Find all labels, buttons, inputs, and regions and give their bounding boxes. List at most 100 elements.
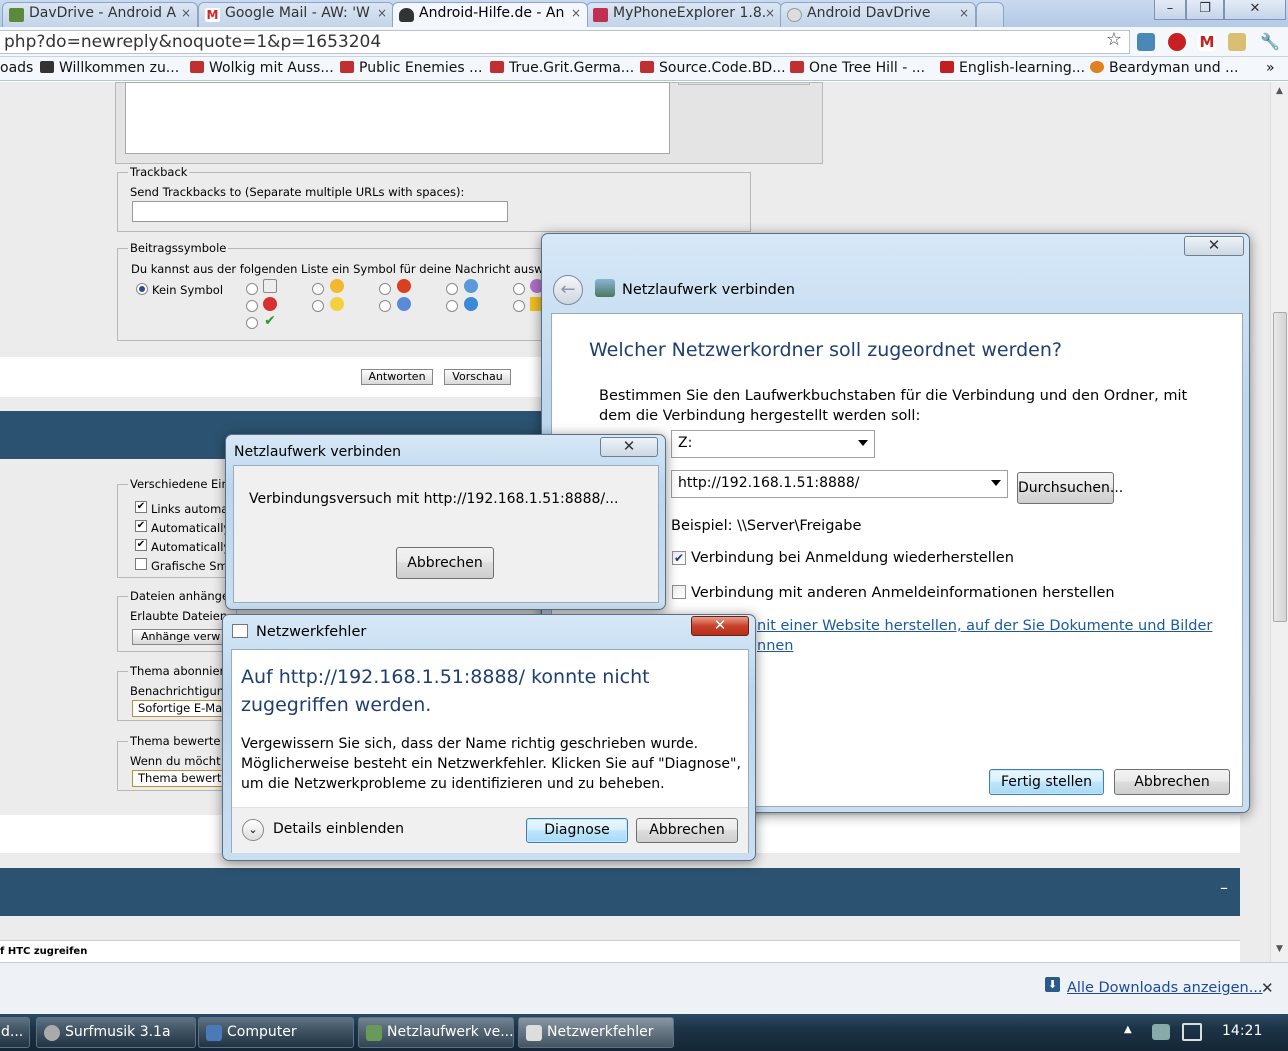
post-icon-radio[interactable] — [312, 283, 324, 295]
page-scrollbar[interactable]: ▲ ▼ — [1270, 82, 1288, 962]
details-toggle-label[interactable]: Details einblenden — [273, 821, 404, 837]
post-icon-radio[interactable] — [312, 300, 324, 312]
star-icon[interactable]: ☆ — [1105, 31, 1123, 49]
tab-close-icon[interactable]: × — [571, 6, 581, 20]
tab-davdrive[interactable]: DavDrive - Android A × — [2, 2, 198, 27]
post-icon-radio[interactable] — [446, 300, 458, 312]
browse-button[interactable]: Durchsuchen... — [1017, 472, 1123, 504]
drive-letter-select[interactable]: Z: — [671, 430, 875, 458]
reply-button[interactable]: Antworten — [361, 369, 433, 385]
post-icon-radio[interactable] — [446, 283, 458, 295]
network-error-close-button[interactable]: ✕ — [691, 616, 749, 636]
tray-monitor-icon[interactable] — [1182, 1023, 1202, 1041]
address-bar[interactable]: php?do=newreply&noquote=1&p=1653204 — [0, 30, 1130, 54]
editor-side-box — [678, 82, 810, 85]
subscribe-legend: Thema abonnier — [128, 664, 227, 678]
maximize-button[interactable]: ❐ — [1186, 0, 1224, 20]
bookmark-item[interactable]: Willkommen zu... — [40, 60, 179, 76]
bookmark-item[interactable]: True.Grit.Germa... — [490, 60, 634, 76]
tab-myphoneexplorer[interactable]: MyPhoneExplorer 1.8. × — [586, 2, 782, 27]
chevron-down-icon — [991, 480, 1001, 486]
message-textarea[interactable] — [125, 82, 670, 154]
taskbar-item[interactable]: d... — [0, 1017, 30, 1048]
adblock-icon[interactable] — [1168, 33, 1186, 51]
window-icon — [232, 624, 248, 638]
trackback-fieldset: Trackback Send Trackbacks to (Separate m… — [117, 165, 751, 232]
tab-google-mail[interactable]: M Google Mail - AW: 'W × — [198, 2, 394, 27]
scrollbar-thumb[interactable] — [1273, 312, 1287, 622]
tab-strip: DavDrive - Android A × M Google Mail - A… — [0, 0, 1288, 27]
post-icon-radio[interactable] — [246, 283, 258, 295]
expand-chevron-icon[interactable]: ⌄ — [242, 819, 264, 841]
attachments-fieldset: Dateien anhänge Erlaubte Dateien Anhänge… — [117, 589, 242, 652]
misc-option-checkbox[interactable]: ✔ — [135, 520, 147, 532]
scroll-up-icon[interactable]: ▲ — [1276, 86, 1283, 96]
post-icon-radio[interactable] — [379, 300, 391, 312]
post-icon-radio[interactable] — [513, 300, 525, 312]
bookmark-item[interactable]: Beardyman und ... — [1090, 60, 1238, 76]
bookmark-item[interactable]: Source.Code.BD... — [640, 60, 786, 76]
post-icon-radio[interactable] — [513, 283, 525, 295]
tray-network-icon[interactable] — [1152, 1024, 1170, 1040]
minimize-button[interactable]: – — [1154, 0, 1186, 20]
website-connect-link-cont[interactable]: nnen — [757, 638, 794, 654]
clock[interactable]: 14:21 — [1222, 1023, 1262, 1039]
tab-close-icon[interactable]: × — [765, 6, 775, 20]
document-icon — [263, 279, 277, 293]
trackback-label: Send Trackbacks to (Separate multiple UR… — [130, 185, 465, 199]
other-credentials-checkbox[interactable] — [672, 585, 686, 599]
tray-expand-icon[interactable]: ▲ — [1124, 1024, 1132, 1035]
post-icon-radio[interactable] — [246, 317, 258, 329]
connecting-dialog: Netzlaufwerk verbinden ✕ Verbindungsvers… — [225, 434, 666, 610]
tab-close-icon[interactable]: × — [959, 6, 969, 20]
back-arrow-icon[interactable]: ← — [553, 275, 583, 305]
bookmark-item[interactable]: Wolkig mit Auss... — [190, 60, 334, 76]
close-downloads-icon[interactable]: ✕ — [1261, 979, 1274, 997]
website-connect-link[interactable]: nit einer Website herstellen, auf der Si… — [757, 618, 1212, 634]
show-all-downloads-link[interactable]: Alle Downloads anzeigen... — [1067, 980, 1263, 996]
window-close-button[interactable]: ✕ — [1224, 0, 1286, 20]
map-drive-cancel-button[interactable]: Abbrechen — [1114, 769, 1230, 795]
taskbar-item-map-drive[interactable]: Netzlaufwerk ve... — [358, 1017, 514, 1048]
thread-title[interactable]: f HTC zugreifen — [0, 946, 87, 957]
bookmarks-overflow-icon[interactable]: » — [1266, 60, 1275, 76]
tab-close-icon[interactable]: × — [377, 6, 387, 20]
taskbar-item-network-error[interactable]: Netzwerkfehler — [518, 1017, 674, 1048]
extension-icon[interactable] — [1137, 33, 1155, 51]
diagnose-button[interactable]: Diagnose — [526, 818, 628, 843]
bookmark-item[interactable]: English-learning... — [940, 60, 1085, 76]
gmail-icon: M — [205, 8, 220, 22]
bookmark-icon — [490, 61, 504, 73]
misc-option-checkbox[interactable]: ✔ — [135, 539, 147, 551]
tab-close-icon[interactable]: × — [181, 6, 191, 20]
extension-icon[interactable] — [1228, 33, 1246, 51]
reconnect-checkbox[interactable]: ✔ — [672, 551, 686, 565]
finish-button[interactable]: Fertig stellen — [989, 769, 1104, 795]
misc-option-checkbox[interactable]: ✔ — [135, 501, 147, 513]
bookmark-item[interactable]: Public Enemies ... — [340, 60, 482, 76]
collapse-icon[interactable]: – — [1220, 878, 1228, 897]
new-tab-button[interactable] — [976, 2, 1004, 27]
connecting-close-button[interactable]: ✕ — [600, 437, 658, 457]
bookmark-item[interactable]: One Tree Hill - ... — [790, 60, 925, 76]
taskbar-item-surfmusik[interactable]: Surfmusik 3.1a — [36, 1017, 196, 1048]
folder-combo[interactable]: http://192.168.1.51:8888/ — [671, 470, 1008, 498]
map-drive-close-button[interactable]: ✕ — [1184, 236, 1244, 256]
gmail-checker-icon[interactable]: M — [1198, 33, 1216, 51]
scroll-down-icon[interactable]: ▼ — [1276, 944, 1283, 954]
tab-android-davdrive[interactable]: Android DavDrive × — [780, 2, 976, 27]
trackback-input[interactable] — [132, 201, 508, 222]
preview-button[interactable]: Vorschau — [444, 369, 511, 385]
wrench-icon[interactable]: 🔧 — [1260, 33, 1280, 51]
misc-option-checkbox[interactable] — [135, 558, 147, 570]
connecting-cancel-button[interactable]: Abbrechen — [396, 547, 494, 579]
bookmark-icon — [1090, 61, 1104, 73]
tab-android-hilfe[interactable]: Android-Hilfe.de - An × — [392, 2, 588, 27]
no-icon-radio[interactable] — [136, 283, 148, 295]
tab-label: MyPhoneExplorer 1.8. — [613, 5, 767, 21]
post-icon-radio[interactable] — [246, 300, 258, 312]
post-icon-radio[interactable] — [379, 283, 391, 295]
bookmark-item[interactable]: oads — [0, 60, 33, 76]
taskbar-item-computer[interactable]: Computer — [198, 1017, 354, 1048]
network-error-cancel-button[interactable]: Abbrechen — [636, 818, 738, 843]
